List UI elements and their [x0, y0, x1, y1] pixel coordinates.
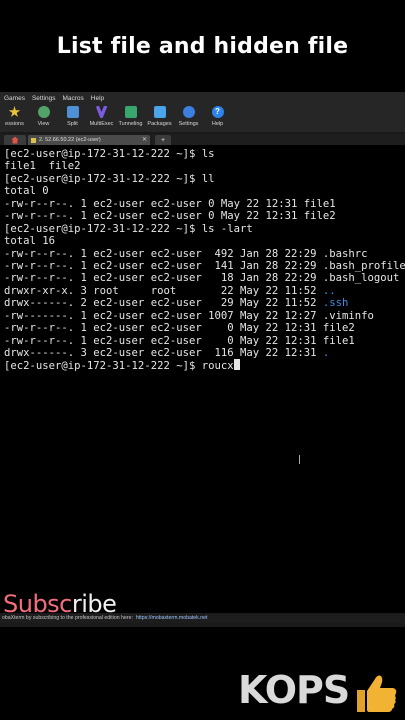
terminal-line-text: -rw-r--r--. 1 ec2-user ec2-user 0 May 22…: [4, 210, 336, 223]
toolbar-settings-button[interactable]: Settings: [174, 104, 203, 132]
toolbar-packages-button[interactable]: Packages: [145, 104, 174, 132]
terminal-line: [ec2-user@ip-172-31-12-222 ~]$ ls: [4, 148, 405, 160]
status-link[interactable]: https://mobaxterm.mobatek.net: [136, 615, 208, 621]
terminal-line-text: -rw-r--r--. 1 ec2-user ec2-user 492 Jan …: [4, 247, 368, 260]
directory-name: .: [322, 347, 330, 359]
terminal-line: file1 file2: [4, 160, 405, 172]
terminal-line-text: [ec2-user@ip-172-31-12-222 ~]$ ll: [4, 172, 215, 185]
terminal-line: [ec2-user@ip-172-31-12-222 ~]$ ls -lart: [4, 223, 405, 235]
toolbar-sessions-button[interactable]: essions: [0, 104, 29, 132]
toolbar-tunneling-button[interactable]: Tunneling: [116, 104, 145, 132]
packages-icon: [153, 106, 166, 118]
terminal-line-text: [ec2-user@ip-172-31-12-222 ~]$ ls: [4, 148, 215, 160]
toolbar-multiexec-button[interactable]: MultiExec: [87, 104, 116, 132]
terminal-line-text: -rw-r--r--. 1 ec2-user ec2-user 141 Jan …: [4, 259, 405, 272]
toolbar-sessions-label: essions: [5, 121, 24, 127]
terminal-panel[interactable]: [ec2-user@ip-172-31-12-222 ~]$ ls file1 f…: [0, 145, 405, 613]
terminal-line: [ec2-user@ip-172-31-12-222 ~]$ roucx: [4, 359, 405, 373]
terminal-line: -rw-r--r--. 1 ec2-user ec2-user 0 May 22…: [4, 335, 405, 347]
session-tab[interactable]: 2. 52.66.50.22 (ec2-user) ✕: [28, 135, 150, 145]
terminal-line: -rw-r--r--. 1 ec2-user ec2-user 18 Jan 2…: [4, 272, 405, 284]
toolbar-split-label: Split: [67, 121, 78, 127]
terminal-line-text: total 16: [4, 235, 56, 248]
brand-watermark: KOPS: [238, 668, 350, 712]
terminal-line-text: drwx------. 3 ec2-user ec2-user 116 May …: [4, 347, 323, 359]
toolbar-help-button[interactable]: ? Help: [203, 104, 232, 132]
help-icon: ?: [211, 106, 224, 118]
terminal-line: -rw-r--r--. 1 ec2-user ec2-user 0 May 22…: [4, 322, 405, 334]
split-icon: [66, 106, 79, 118]
toolbar-view-label: View: [37, 121, 50, 127]
terminal-line-text: -rw-r--r--. 1 ec2-user ec2-user 18 Jan 2…: [4, 272, 400, 285]
mouse-ibeam-cursor: [299, 455, 302, 464]
directory-name: ..: [322, 284, 336, 297]
home-tab[interactable]: [4, 135, 26, 145]
terminal-line: drwxr-xr-x. 3 root root 22 May 22 11:52 …: [4, 285, 405, 297]
menu-bar: Games Settings Macros Help: [0, 92, 405, 104]
star-icon: [8, 106, 21, 117]
terminal-line-text: -rw-r--r--. 1 ec2-user ec2-user 0 May 22…: [4, 334, 355, 347]
menu-games[interactable]: Games: [4, 95, 25, 102]
settings-gear-icon: [182, 106, 195, 118]
terminal-line-text: -rw-------. 1 ec2-user ec2-user 1007 May…: [4, 309, 374, 322]
subscribe-overlay[interactable]: Subscribe: [3, 590, 117, 618]
toolbar-packages-label: Packages: [147, 121, 172, 127]
menu-help[interactable]: Help: [91, 95, 104, 102]
terminal-line: drwx------. 2 ec2-user ec2-user 29 May 2…: [4, 297, 405, 309]
session-tab-label: 2. 52.66.50.22 (ec2-user): [39, 137, 101, 143]
terminal-line: drwx------. 3 ec2-user ec2-user 116 May …: [4, 347, 405, 359]
terminal-line: -rw-------. 1 ec2-user ec2-user 1007 May…: [4, 310, 405, 322]
toolbar-tunneling-label: Tunneling: [118, 121, 143, 127]
terminal-line: total 0: [4, 185, 405, 197]
subscribe-rest: ribe: [71, 590, 117, 618]
terminal-line-text: [ec2-user@ip-172-31-12-222 ~]$ roucx: [4, 360, 234, 373]
terminal-line-text: drwx------. 2 ec2-user ec2-user 29 May 2…: [4, 297, 323, 310]
menu-settings[interactable]: Settings: [32, 95, 56, 102]
toolbar-multiexec-label: MultiExec: [89, 121, 114, 127]
terminal-line-text: [ec2-user@ip-172-31-12-222 ~]$ ls -lart: [4, 222, 253, 235]
session-icon: [31, 137, 36, 143]
video-headline: List file and hidden file: [56, 34, 349, 59]
tunneling-icon: [124, 106, 137, 118]
new-tab-button[interactable]: +: [155, 135, 171, 145]
toolbar-help-label: Help: [211, 121, 224, 127]
session-tab-bar: 2. 52.66.50.22 (ec2-user) ✕ +: [0, 134, 405, 145]
view-icon: [37, 106, 50, 118]
directory-name: .ssh: [322, 297, 349, 310]
close-tab-icon[interactable]: ✕: [142, 136, 147, 143]
multiexec-icon: [95, 106, 108, 118]
toolbar: essions View Split MultiExec Tunneling P…: [0, 104, 405, 132]
home-icon: [11, 136, 19, 144]
terminal-line: -rw-r--r--. 1 ec2-user ec2-user 0 May 22…: [4, 210, 405, 222]
terminal-line: [ec2-user@ip-172-31-12-222 ~]$ ll: [4, 173, 405, 185]
terminal-output: [ec2-user@ip-172-31-12-222 ~]$ ls file1 f…: [4, 148, 405, 372]
terminal-line: total 16: [4, 235, 405, 247]
terminal-line: -rw-r--r--. 1 ec2-user ec2-user 141 Jan …: [4, 260, 405, 272]
terminal-line-text: drwxr-xr-x. 3 root root 22 May 22 11:52: [4, 284, 323, 297]
terminal-block-cursor: [233, 359, 240, 371]
menu-macros[interactable]: Macros: [62, 95, 83, 102]
toolbar-split-button[interactable]: Split: [58, 104, 87, 132]
toolbar-settings-label: Settings: [178, 121, 199, 127]
subscribe-highlight: Subsc: [3, 590, 72, 618]
mobaxterm-window: Games Settings Macros Help essions View …: [0, 92, 405, 627]
terminal-line-text: total 0: [4, 185, 49, 198]
terminal-line-text: -rw-r--r--. 1 ec2-user ec2-user 0 May 22…: [4, 322, 355, 335]
terminal-line-text: file1 file2: [4, 160, 81, 173]
toolbar-view-button[interactable]: View: [29, 104, 58, 132]
terminal-line: -rw-r--r--. 1 ec2-user ec2-user 492 Jan …: [4, 248, 405, 260]
terminal-line-text: -rw-r--r--. 1 ec2-user ec2-user 0 May 22…: [4, 197, 336, 210]
terminal-line: -rw-r--r--. 1 ec2-user ec2-user 0 May 22…: [4, 198, 405, 210]
thumbs-up-icon: [357, 675, 397, 712]
